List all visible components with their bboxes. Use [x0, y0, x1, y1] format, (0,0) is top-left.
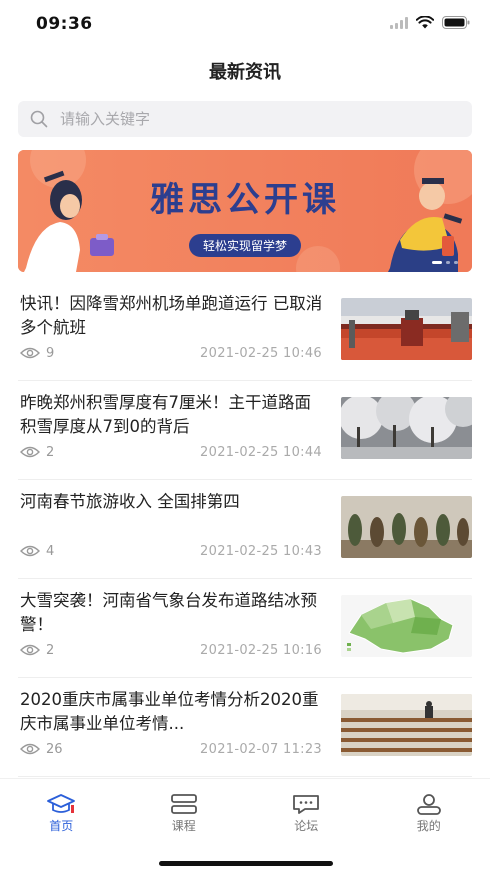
- course-icon: [170, 794, 197, 814]
- news-meta: 4 2021-02-25 10:43: [20, 542, 322, 560]
- status-time: 09:36: [36, 14, 93, 34]
- news-list: 快讯！因降雪郑州机场单跑道运行 已取消多个航班 9 2021-02-25 10:…: [0, 282, 490, 777]
- view-count-value: 2: [46, 444, 55, 460]
- news-meta: 26 2021-02-07 11:23: [20, 740, 322, 758]
- news-meta: 2 2021-02-25 10:16: [20, 641, 322, 659]
- news-meta: 9 2021-02-25 10:46: [20, 344, 322, 362]
- tab-label: 首页: [49, 819, 74, 833]
- news-item[interactable]: 大雪突袭！河南省气象台发布道路结冰预警！ 2 2021-02-25 10:16: [18, 579, 472, 678]
- tab-label: 论坛: [294, 819, 319, 833]
- eye-icon: [20, 446, 40, 458]
- banner-pagination: [432, 261, 458, 264]
- banner-dot: [454, 261, 458, 264]
- eye-icon: [20, 644, 40, 656]
- weather-map: [341, 595, 472, 657]
- view-count: 4: [20, 544, 54, 559]
- status-bar: 09:36: [0, 0, 490, 48]
- news-date: 2021-02-25 10:16: [200, 642, 322, 658]
- view-count: 9: [20, 346, 54, 361]
- bottom-tab-bar: 首页 课程 论坛 我的: [0, 778, 490, 838]
- eye-icon: [20, 743, 40, 755]
- news-title: 昨晚郑州积雪厚度有7厘米！主干道路面积雪厚度从7到0的背后: [20, 393, 311, 436]
- banner-dot-active: [432, 261, 442, 264]
- news-title: 河南春节旅游收入 全国排第四: [20, 492, 240, 511]
- airport-gate-photo: [341, 298, 472, 360]
- news-item[interactable]: 昨晚郑州积雪厚度有7厘米！主干道路面积雪厚度从7到0的背后 2 2021-02-…: [18, 381, 472, 480]
- status-icons: [390, 16, 470, 29]
- tab-label: 我的: [416, 819, 441, 833]
- tab-courses[interactable]: 课程: [123, 779, 246, 838]
- wifi-icon: [416, 16, 434, 29]
- tab-profile[interactable]: 我的: [368, 779, 490, 838]
- news-meta: 2 2021-02-25 10:44: [20, 443, 322, 461]
- news-item[interactable]: 2020重庆市属事业单位考情分析2020重庆市属事业单位考情... 26 202…: [18, 678, 472, 777]
- view-count-value: 9: [46, 345, 55, 361]
- view-count-value: 2: [46, 642, 55, 658]
- view-count: 2: [20, 643, 54, 658]
- view-count: 2: [20, 445, 54, 460]
- search-icon: [30, 110, 48, 128]
- search-bar[interactable]: [18, 101, 472, 137]
- forum-icon: [293, 795, 320, 814]
- news-date: 2021-02-07 11:23: [200, 741, 322, 757]
- battery-icon: [442, 16, 470, 29]
- tab-forum[interactable]: 论坛: [245, 779, 368, 838]
- news-title: 2020重庆市属事业单位考情分析2020重庆市属事业单位考情...: [20, 690, 319, 733]
- news-date: 2021-02-25 10:46: [200, 345, 322, 361]
- cellular-signal-icon: [390, 16, 408, 29]
- news-title: 大雪突袭！河南省气象台发布道路结冰预警！: [20, 591, 317, 634]
- page-title: 最新资讯: [209, 62, 281, 83]
- profile-icon: [416, 794, 441, 815]
- exam-hall-photo: [341, 694, 472, 756]
- news-title: 快讯！因降雪郑州机场单跑道运行 已取消多个航班: [20, 294, 323, 337]
- performers-photo: [341, 496, 472, 558]
- home-indicator: [159, 861, 333, 866]
- view-count: 26: [20, 742, 63, 757]
- banner-subtitle: 轻松实现留学梦: [188, 234, 301, 257]
- banner-dot: [446, 261, 450, 264]
- news-item[interactable]: 快讯！因降雪郑州机场单跑道运行 已取消多个航班 9 2021-02-25 10:…: [18, 282, 472, 381]
- eye-icon: [20, 347, 40, 359]
- news-date: 2021-02-25 10:44: [200, 444, 322, 460]
- search-input[interactable]: [60, 110, 440, 128]
- view-count-value: 4: [46, 543, 55, 559]
- view-count-value: 26: [46, 741, 63, 757]
- tab-home[interactable]: 首页: [0, 779, 123, 838]
- news-item[interactable]: 河南春节旅游收入 全国排第四 4 2021-02-25 10:43: [18, 480, 472, 579]
- snowy-trees-photo: [341, 397, 472, 459]
- banner-title: 雅思公开课: [150, 180, 340, 220]
- tab-label: 课程: [171, 819, 196, 833]
- promo-banner[interactable]: 雅思公开课 轻松实现留学梦: [18, 150, 472, 272]
- graduation-cap-icon: [47, 794, 76, 813]
- eye-icon: [20, 545, 40, 557]
- news-date: 2021-02-25 10:43: [200, 543, 322, 559]
